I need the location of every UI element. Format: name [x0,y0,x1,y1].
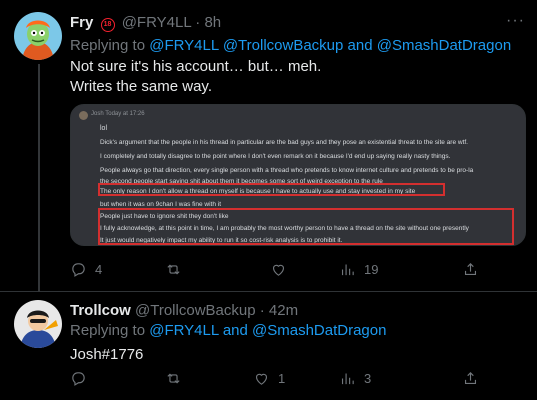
timestamp[interactable]: · 42m [260,302,298,319]
tweet-actions: 1 3 [70,370,526,390]
tweet-fry[interactable]: Fry 18 @FRY4LL · 8h ··· Replying to @FRY… [0,0,537,292]
retweet-button[interactable] [165,261,190,278]
avatar-trollcow[interactable] [14,300,62,348]
display-name[interactable]: Fry [70,14,93,31]
share-icon [464,263,477,276]
tweet-trollcow[interactable]: Trollcow @TrollcowBackup · 42m Replying … [0,292,537,400]
embed-message: People always go that direction, every s… [100,167,474,174]
like-button[interactable]: 1 [253,370,285,387]
embed-message: but when it was on 9chan I was fine with… [100,201,222,208]
handle[interactable]: @TrollcowBackup [135,302,256,319]
tweet-header: Trollcow @TrollcowBackup · 42m [70,302,298,319]
timestamp[interactable]: · 8h [195,14,221,31]
reply-button[interactable]: 4 [70,261,102,278]
views-button[interactable]: 19 [339,261,378,278]
thread-connector [38,64,40,292]
retweet-icon [167,373,180,384]
share-button[interactable] [462,261,479,278]
age-badge-icon: 18 [100,18,115,32]
replying-prefix: Replying to [70,37,146,54]
replying-prefix: Replying to [70,322,146,339]
more-options-icon[interactable]: ··· [506,12,525,30]
views-button[interactable]: 3 [339,370,371,387]
like-button[interactable] [270,261,295,278]
tweet-text: Josh#1776 [70,346,144,363]
replying-to: Replying to @FRY4LL @TrollcowBackup and … [70,37,511,54]
display-name[interactable]: Trollcow [70,302,131,319]
mentions-link[interactable]: @FRY4LL and @SmashDatDragon [149,322,386,339]
reply-count: 4 [95,262,103,277]
reply-icon [72,372,85,386]
heart-icon [255,373,268,385]
highlight-box [98,183,445,196]
share-button[interactable] [462,370,479,387]
mentions-link[interactable]: @FRY4LL @TrollcowBackup and @SmashDatDra… [149,37,511,54]
tweet-actions: 4 19 [70,261,526,281]
retweet-button[interactable] [165,370,190,387]
tweet-text: Not sure it's his account… but… meh. Wri… [70,57,321,97]
avatar-fry[interactable] [14,12,62,60]
tweet-header: Fry 18 @FRY4LL · 8h [70,14,221,32]
embed-message: lol [100,125,108,132]
embed-message: Dick's argument that the people in his t… [100,139,468,146]
reply-icon [72,263,85,277]
reply-button[interactable] [70,370,95,387]
analytics-icon [341,373,354,385]
analytics-icon [341,264,354,276]
tweet-line-1: Not sure it's his account… but… meh. [70,58,322,75]
view-count: 3 [364,371,372,386]
share-icon [464,372,477,385]
heart-icon [272,264,285,276]
like-count: 1 [278,371,286,386]
embed-message: I completely and totally disagree to the… [100,153,451,160]
tweet-line-2: Writes the same way. [70,78,212,95]
replying-to: Replying to @FRY4LL and @SmashDatDragon [70,322,386,339]
highlight-box [98,208,514,245]
embed-avatar [79,111,88,120]
retweet-icon [167,264,180,275]
handle[interactable]: @FRY4LL [122,14,191,31]
embed-author: Josh Today at 17:26 [91,111,145,117]
view-count: 19 [364,262,379,277]
